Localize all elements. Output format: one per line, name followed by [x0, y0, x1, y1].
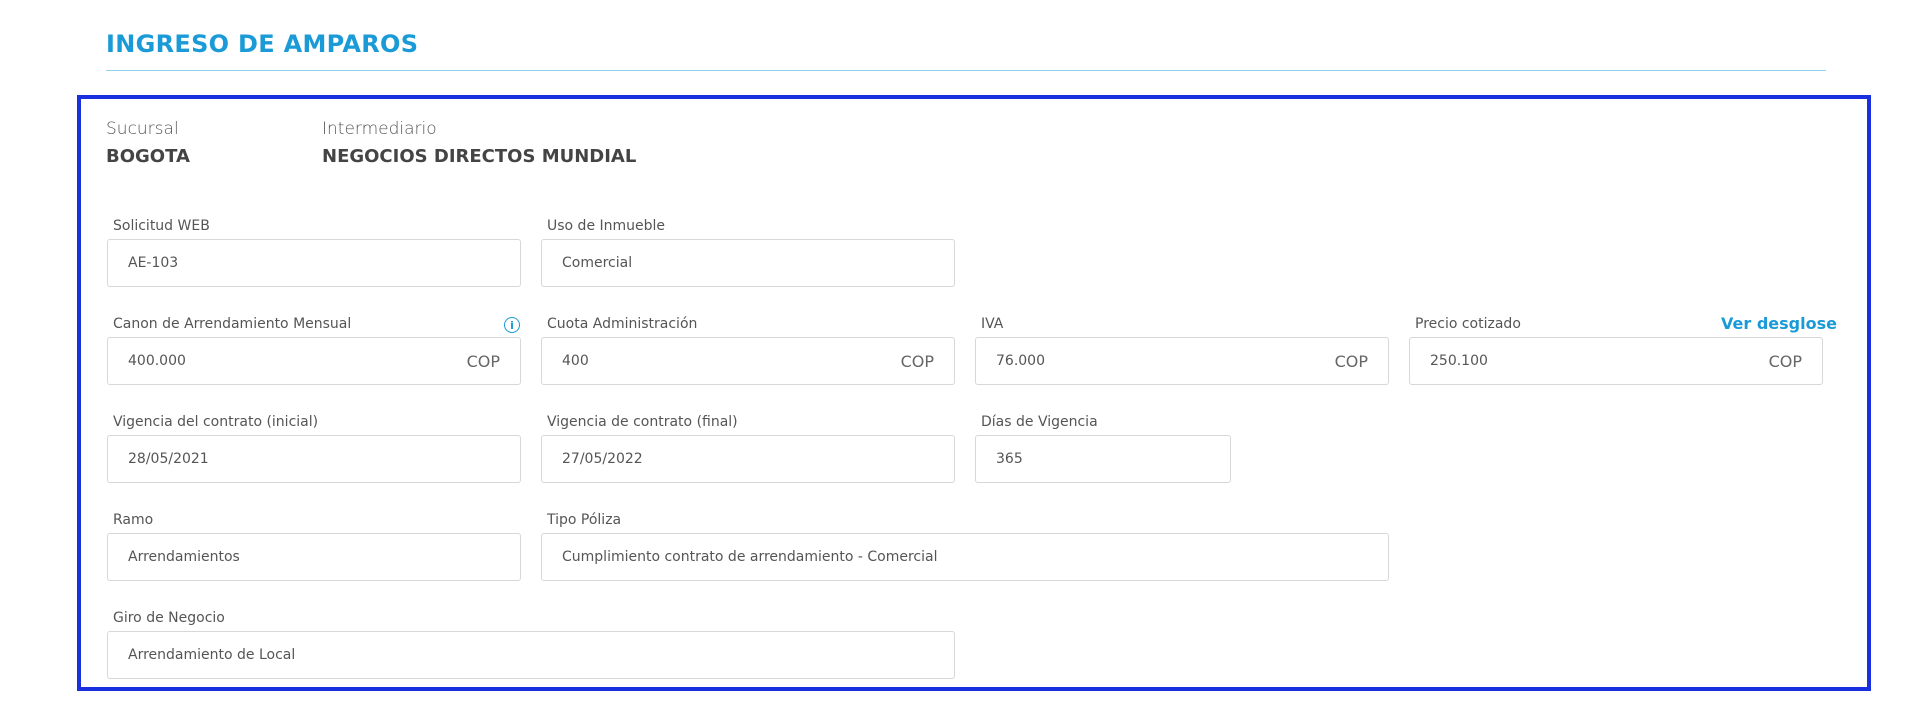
iva-value: 76.000 — [996, 353, 1045, 369]
canon-currency: COP — [466, 351, 500, 371]
vigencia-inicial-field[interactable]: 28/05/2021 — [107, 435, 521, 483]
vigencia-final-label: Vigencia de contrato (final) — [547, 414, 738, 430]
intermediario-value: NEGOCIOS DIRECTOS MUNDIAL — [322, 146, 637, 167]
giro-negocio-value: Arrendamiento de Local — [128, 647, 296, 663]
ramo-field[interactable]: Arrendamientos — [107, 533, 521, 581]
giro-negocio-field[interactable]: Arrendamiento de Local — [107, 631, 955, 679]
solicitud-web-label: Solicitud WEB — [113, 218, 210, 234]
canon-value: 400.000 — [128, 353, 186, 369]
canon-label: Canon de Arrendamiento Mensual — [113, 316, 352, 332]
solicitud-web-field[interactable]: AE-103 — [107, 239, 521, 287]
tipo-poliza-label: Tipo Póliza — [547, 512, 622, 528]
ramo-label: Ramo — [113, 512, 154, 528]
dias-vigencia-value: 365 — [996, 451, 1023, 467]
canon-field[interactable]: 400.000 COP — [107, 337, 521, 385]
uso-inmueble-value: Comercial — [562, 255, 633, 271]
vigencia-final-value: 27/05/2022 — [562, 451, 643, 467]
vigencia-inicial-label: Vigencia del contrato (inicial) — [113, 414, 319, 430]
precio-field[interactable]: 250.100 COP — [1409, 337, 1823, 385]
sucursal-value: BOGOTA — [106, 146, 190, 167]
ramo-value: Arrendamientos — [128, 549, 240, 565]
intermediario-label: Intermediario — [322, 119, 437, 139]
ver-desglose-link[interactable]: Ver desglose — [1721, 314, 1837, 333]
sucursal-label: Sucursal — [106, 119, 179, 139]
cuota-admin-label: Cuota Administración — [547, 316, 698, 332]
precio-label: Precio cotizado — [1415, 316, 1521, 332]
precio-currency: COP — [1768, 351, 1802, 371]
iva-field[interactable]: 76.000 COP — [975, 337, 1389, 385]
iva-label: IVA — [981, 316, 1004, 332]
vigencia-final-field[interactable]: 27/05/2022 — [541, 435, 955, 483]
tipo-poliza-field[interactable]: Cumplimiento contrato de arrendamiento -… — [541, 533, 1389, 581]
giro-negocio-label: Giro de Negocio — [113, 610, 225, 626]
cuota-admin-field[interactable]: 400 COP — [541, 337, 955, 385]
dias-vigencia-field[interactable]: 365 — [975, 435, 1231, 483]
iva-currency: COP — [1334, 351, 1368, 371]
info-icon[interactable]: i — [504, 317, 520, 333]
amparos-panel: Sucursal BOGOTA Intermediario NEGOCIOS D… — [77, 95, 1871, 691]
page-title: INGRESO DE AMPAROS — [106, 30, 419, 58]
uso-inmueble-label: Uso de Inmueble — [547, 218, 666, 234]
tipo-poliza-value: Cumplimiento contrato de arrendamiento -… — [562, 549, 938, 565]
precio-value: 250.100 — [1430, 353, 1488, 369]
cuota-admin-value: 400 — [562, 353, 589, 369]
uso-inmueble-field[interactable]: Comercial — [541, 239, 955, 287]
solicitud-web-value: AE-103 — [128, 255, 179, 271]
title-divider — [106, 70, 1826, 71]
vigencia-inicial-value: 28/05/2021 — [128, 451, 209, 467]
cuota-admin-currency: COP — [900, 351, 934, 371]
dias-vigencia-label: Días de Vigencia — [981, 414, 1098, 430]
